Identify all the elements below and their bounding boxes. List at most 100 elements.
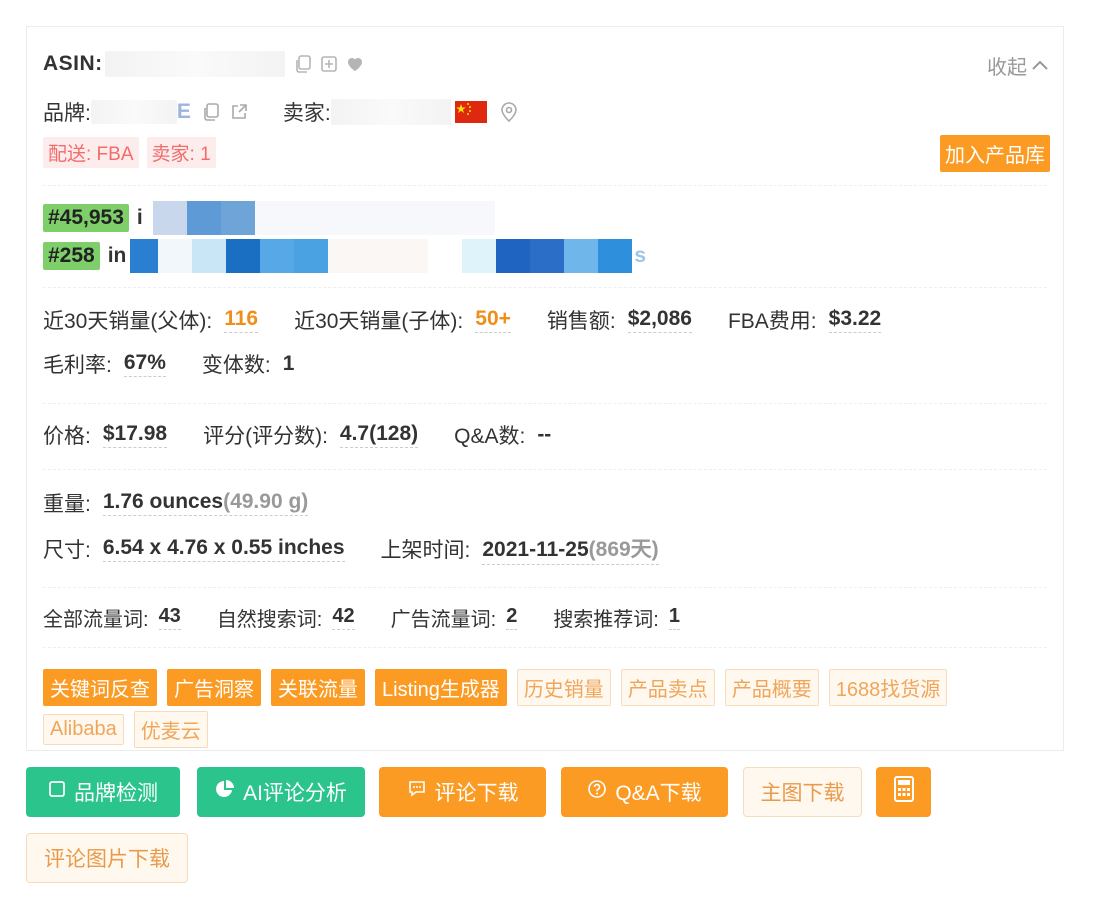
rank-category-suffix[interactable]: s [634,244,646,268]
tag-ad-insight[interactable]: 广告洞察 [167,669,261,706]
variant-count-label: 变体数: [201,354,271,377]
add-to-library-button[interactable]: 加入产品库 [940,135,1050,172]
calculator-icon [893,776,915,808]
divider [43,587,1047,588]
tag-selling-points[interactable]: 产品卖点 [620,669,715,706]
calculator-button[interactable] [876,767,931,817]
collapse-label: 收起 [987,57,1027,79]
fba-fee-label: FBA费用: [727,310,817,333]
rank-row-1: #45,953 i [43,201,495,235]
divider [43,469,1047,470]
add-icon[interactable] [319,54,339,74]
search-suggest-value[interactable]: 1 [668,605,680,630]
divider [43,403,1047,404]
qa-count-value: -- [537,422,552,446]
delivery-tag: 配送: FBA [43,137,139,168]
sales-stats-row: 近30天销量(父体): 116 近30天销量(子体): 50+ 销售额: $2,… [43,305,882,335]
rank-category-redacted [130,239,633,273]
listed-date-label: 上架时间: [380,539,471,562]
price-label: 价格: [43,425,91,448]
search-suggest-label: 搜索推荐词: [553,609,659,631]
brand-value-fragment[interactable]: E [177,100,191,124]
seller-label: 卖家: [282,102,331,125]
rating-label: 评分(评分数): [203,425,328,448]
rank-category-prefix[interactable]: in [108,244,127,268]
tool-tags-row-2: Alibaba 优麦云 [43,711,218,748]
review-download-label: 评论下载 [434,782,519,805]
parent-sales-label: 近30天销量(父体): [43,310,213,333]
main-image-download-label: 主图下载 [760,782,845,805]
chevron-up-icon [1031,54,1049,77]
tag-related-traffic[interactable]: 关联流量 [271,669,365,706]
variant-count-value: 1 [282,351,295,375]
tag-youmaiyun[interactable]: 优麦云 [133,711,208,748]
china-flag-icon [454,101,487,123]
listed-date-value: 2021-11-25(869天) [482,533,659,565]
tag-alibaba[interactable]: Alibaba [43,714,124,745]
child-sales-value: 50+ [475,307,511,333]
collapse-toggle[interactable]: 收起 [987,51,1049,80]
location-pin-icon[interactable] [499,101,519,123]
share-icon[interactable] [229,102,249,122]
traffic-row: 全部流量词: 43 自然搜索词: 42 广告流量词: 2 搜索推荐词: 1 [43,603,680,632]
weight-value: 1.76 ounces(49.90 g) [102,490,309,516]
all-traffic-value[interactable]: 43 [158,605,181,630]
pie-chart-icon [215,779,235,805]
main-image-download-button[interactable]: 主图下载 [743,767,862,817]
ad-traffic-value[interactable]: 2 [506,605,518,630]
ai-review-button[interactable]: AI评论分析 [197,767,365,817]
brand-seller-row: 品牌: E 卖家: [43,97,519,127]
organic-search-value[interactable]: 42 [332,605,355,630]
copy-icon[interactable] [293,54,313,74]
size-label: 尺寸: [43,539,91,562]
tag-product-summary[interactable]: 产品概要 [724,669,819,706]
review-image-download-button[interactable]: 评论图片下载 [26,833,188,883]
square-icon [48,780,66,804]
fba-fee-value: $3.22 [828,307,882,333]
all-traffic-label: 全部流量词: [43,609,149,631]
revenue-label: 销售额: [546,310,616,333]
seller-count-tag: 卖家: 1 [146,137,216,168]
gross-margin-value: 67% [123,351,166,377]
qa-download-label: Q&A下载 [615,782,702,805]
tag-keyword-reverse[interactable]: 关键词反查 [43,669,157,706]
ai-review-label: AI评论分析 [243,782,347,805]
weight-grams: (49.90 g) [223,490,309,513]
qa-download-button[interactable]: Q&A下载 [561,767,728,817]
rank-badge: #45,953 [43,204,129,232]
size-listed-row: 尺寸: 6.54 x 4.76 x 0.55 inches 上架时间: 2021… [43,533,659,565]
rank-badge: #258 [43,242,100,270]
tag-1688-sourcing[interactable]: 1688找货源 [828,669,948,706]
size-value: 6.54 x 4.76 x 0.55 inches [102,536,345,562]
revenue-value: $2,086 [627,307,692,333]
ad-traffic-label: 广告流量词: [390,609,497,631]
tag-listing-generator[interactable]: Listing生成器 [375,669,507,706]
margin-stats-row: 毛利率: 67% 变体数: 1 [43,349,294,379]
divider [43,185,1047,186]
question-icon [587,779,607,805]
rank-category-redacted [152,201,495,235]
rank-category-prefix[interactable]: i [137,206,143,230]
review-download-button[interactable]: 评论下载 [379,767,546,817]
price-row: 价格: $17.98 评分(评分数): 4.7(128) Q&A数: -- [43,420,551,450]
brand-label: 品牌: [43,102,91,125]
gross-margin-label: 毛利率: [43,354,112,377]
brand-check-button[interactable]: 品牌检测 [26,767,180,817]
asin-value-redacted [104,51,285,77]
tag-history-sales[interactable]: 历史销量 [516,669,611,706]
asin-label: ASIN: [43,52,103,75]
delivery-tags-row: 配送: FBA 卖家: 1 [43,137,224,168]
review-image-download-label: 评论图片下载 [44,848,170,871]
rating-value: 4.7(128) [339,422,419,448]
copy-icon[interactable] [201,102,221,122]
tool-tags-row-1: 关键词反查 广告洞察 关联流量 Listing生成器 历史销量 产品卖点 产品概… [43,669,957,706]
brand-value-redacted [90,100,177,124]
parent-sales-value: 116 [224,307,259,333]
brand-check-label: 品牌检测 [74,782,158,805]
comment-icon [407,779,427,805]
product-card: ASIN: 收起 品牌: E 卖家: 配送: FBA 卖家: 1 加入产品库 #… [26,26,1064,751]
heart-icon[interactable] [345,54,365,74]
divider [43,287,1047,288]
child-sales-label: 近30天销量(子体): [294,310,464,333]
price-value: $17.98 [102,422,168,448]
